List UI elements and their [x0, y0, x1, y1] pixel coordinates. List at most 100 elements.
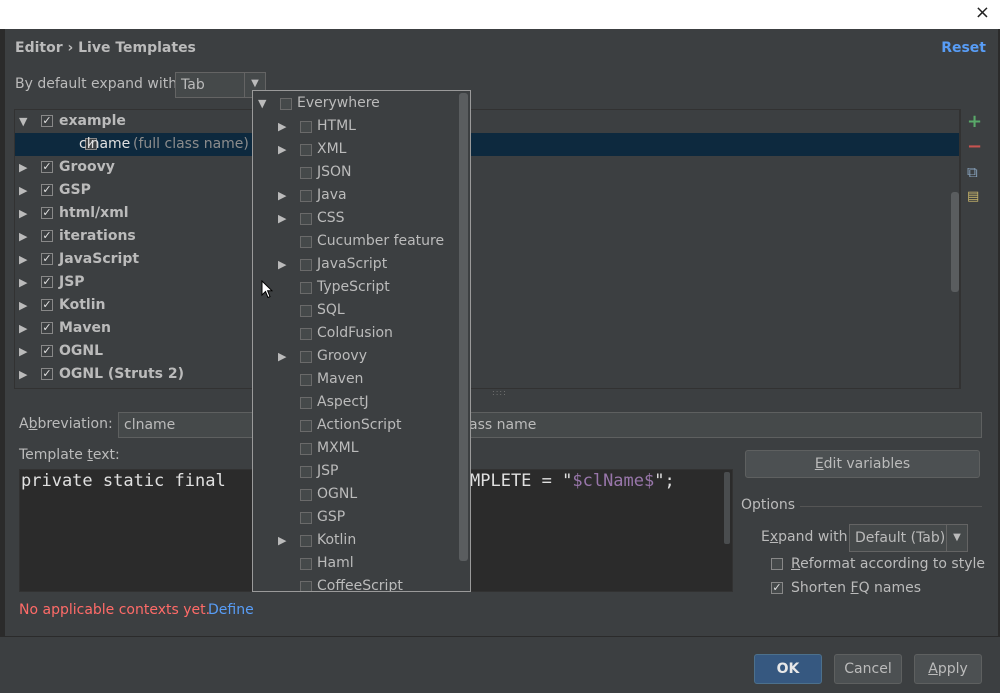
expand-arrow-icon[interactable]: ▶ — [19, 294, 27, 317]
minus-icon[interactable]: − — [967, 138, 982, 156]
context-checkbox[interactable] — [300, 466, 312, 478]
notes-icon[interactable]: ▤ — [967, 189, 979, 204]
context-item[interactable]: OGNL — [253, 483, 458, 506]
context-item[interactable]: ▶ HTML — [253, 115, 458, 138]
context-checkbox[interactable] — [300, 213, 312, 225]
shorten-fq-checkbox[interactable] — [771, 582, 783, 594]
template-group[interactable]: ▶ html/xml — [15, 202, 959, 225]
splitter-handle[interactable]: :::: — [492, 388, 507, 397]
expand-arrow-icon[interactable]: ▶ — [19, 225, 27, 248]
template-group[interactable]: ▶ GSP — [15, 179, 959, 202]
expand-arrow-icon[interactable]: ▶ — [19, 340, 27, 363]
expand-arrow-icon[interactable]: ▶ — [278, 184, 286, 207]
options-expand-dropdown[interactable]: Default (Tab) ▼ — [849, 524, 968, 552]
context-item[interactable]: ▶ JavaScript — [253, 253, 458, 276]
context-checkbox[interactable] — [300, 558, 312, 570]
expand-arrow-icon[interactable]: ▶ — [19, 156, 27, 179]
context-checkbox[interactable] — [300, 374, 312, 386]
template-group[interactable]: ▶ Maven — [15, 317, 959, 340]
context-item[interactable]: JSP — [253, 460, 458, 483]
context-item[interactable]: MXML — [253, 437, 458, 460]
template-checkbox[interactable] — [41, 230, 53, 242]
context-item[interactable]: ▶ Java — [253, 184, 458, 207]
template-group[interactable]: ▶ iterations — [15, 225, 959, 248]
template-checkbox[interactable] — [41, 207, 53, 219]
template-checkbox[interactable] — [41, 115, 53, 127]
close-icon[interactable]: × — [975, 2, 990, 24]
context-item[interactable]: ColdFusion — [253, 322, 458, 345]
template-item[interactable]: clname(full class name) — [15, 133, 959, 156]
context-item[interactable]: ▶ CSS — [253, 207, 458, 230]
edit-variables-button[interactable]: Edit variables — [745, 450, 980, 478]
expand-arrow-icon[interactable]: ▶ — [278, 207, 286, 230]
expand-arrow-icon[interactable]: ▶ — [278, 529, 286, 552]
template-group[interactable]: ▶ OGNL (Struts 2) — [15, 363, 959, 386]
template-checkbox[interactable] — [41, 276, 53, 288]
expand-arrow-icon[interactable]: ▶ — [19, 202, 27, 225]
context-item[interactable]: TypeScript — [253, 276, 458, 299]
apply-button[interactable]: Apply — [914, 654, 982, 684]
description-input[interactable]: ass name — [460, 412, 982, 438]
editor-scrollbar[interactable] — [724, 472, 730, 544]
template-group[interactable]: ▶ Groovy — [15, 156, 959, 179]
context-checkbox[interactable] — [300, 121, 312, 133]
template-group[interactable]: ▶ Kotlin — [15, 294, 959, 317]
context-item[interactable]: AspectJ — [253, 391, 458, 414]
reformat-checkbox[interactable] — [771, 558, 783, 570]
template-checkbox[interactable] — [41, 184, 53, 196]
context-checkbox[interactable] — [300, 581, 312, 591]
template-group[interactable]: ▶ JavaScript — [15, 248, 959, 271]
plus-icon[interactable]: + — [967, 113, 982, 131]
context-checkbox[interactable] — [300, 535, 312, 547]
context-checkbox[interactable] — [300, 305, 312, 317]
template-group[interactable]: ▶ OGNL — [15, 340, 959, 363]
template-group[interactable]: ▼ example — [15, 110, 959, 133]
cancel-button[interactable]: Cancel — [834, 654, 902, 684]
reset-link[interactable]: Reset — [941, 40, 986, 56]
template-checkbox[interactable] — [41, 345, 53, 357]
template-group[interactable]: ▶ JSP — [15, 271, 959, 294]
expand-arrow-icon[interactable]: ▶ — [19, 271, 27, 294]
template-checkbox[interactable] — [41, 253, 53, 265]
tree-scrollbar[interactable] — [951, 192, 959, 292]
context-checkbox[interactable] — [280, 98, 292, 110]
abbreviation-input[interactable]: clname — [118, 412, 258, 438]
templates-tree[interactable]: ▼exampleclname(full class name)▶Groovy▶G… — [14, 109, 960, 389]
context-checkbox[interactable] — [300, 420, 312, 432]
expand-arrow-icon[interactable]: ▶ — [19, 363, 27, 386]
define-link[interactable]: Define — [208, 602, 254, 618]
context-item[interactable]: Cucumber feature — [253, 230, 458, 253]
copy-icon[interactable]: ⧉ — [967, 165, 978, 180]
expand-arrow-icon[interactable]: ▶ — [278, 138, 286, 161]
context-checkbox[interactable] — [300, 512, 312, 524]
context-item[interactable]: SQL — [253, 299, 458, 322]
collapse-arrow-icon[interactable]: ▼ — [258, 92, 266, 115]
ok-button[interactable]: OK — [754, 654, 822, 684]
collapse-arrow-icon[interactable]: ▼ — [19, 110, 27, 133]
context-checkbox[interactable] — [300, 167, 312, 179]
context-checkbox[interactable] — [300, 190, 312, 202]
context-item[interactable]: ▶ Groovy — [253, 345, 458, 368]
context-checkbox[interactable] — [300, 259, 312, 271]
template-checkbox[interactable] — [41, 322, 53, 334]
context-checkbox[interactable] — [300, 282, 312, 294]
context-item[interactable]: CoffeeScript — [253, 575, 458, 591]
expand-arrow-icon[interactable]: ▶ — [19, 248, 27, 271]
expand-arrow-icon[interactable]: ▶ — [278, 115, 286, 138]
expand-arrow-icon[interactable]: ▶ — [278, 345, 286, 368]
expand-arrow-icon[interactable]: ▶ — [19, 179, 27, 202]
context-item[interactable]: Haml — [253, 552, 458, 575]
context-item[interactable]: ▼ Everywhere — [253, 92, 458, 115]
expand-arrow-icon[interactable]: ▶ — [278, 253, 286, 276]
context-checkbox[interactable] — [300, 144, 312, 156]
context-checkbox[interactable] — [300, 328, 312, 340]
context-item[interactable]: ActionScript — [253, 414, 458, 437]
context-item[interactable]: ▶ Kotlin — [253, 529, 458, 552]
context-checkbox[interactable] — [300, 351, 312, 363]
context-item[interactable]: GSP — [253, 506, 458, 529]
template-checkbox[interactable] — [41, 368, 53, 380]
context-checkbox[interactable] — [300, 236, 312, 248]
context-checkbox[interactable] — [300, 443, 312, 455]
context-item[interactable]: JSON — [253, 161, 458, 184]
context-checkbox[interactable] — [300, 397, 312, 409]
